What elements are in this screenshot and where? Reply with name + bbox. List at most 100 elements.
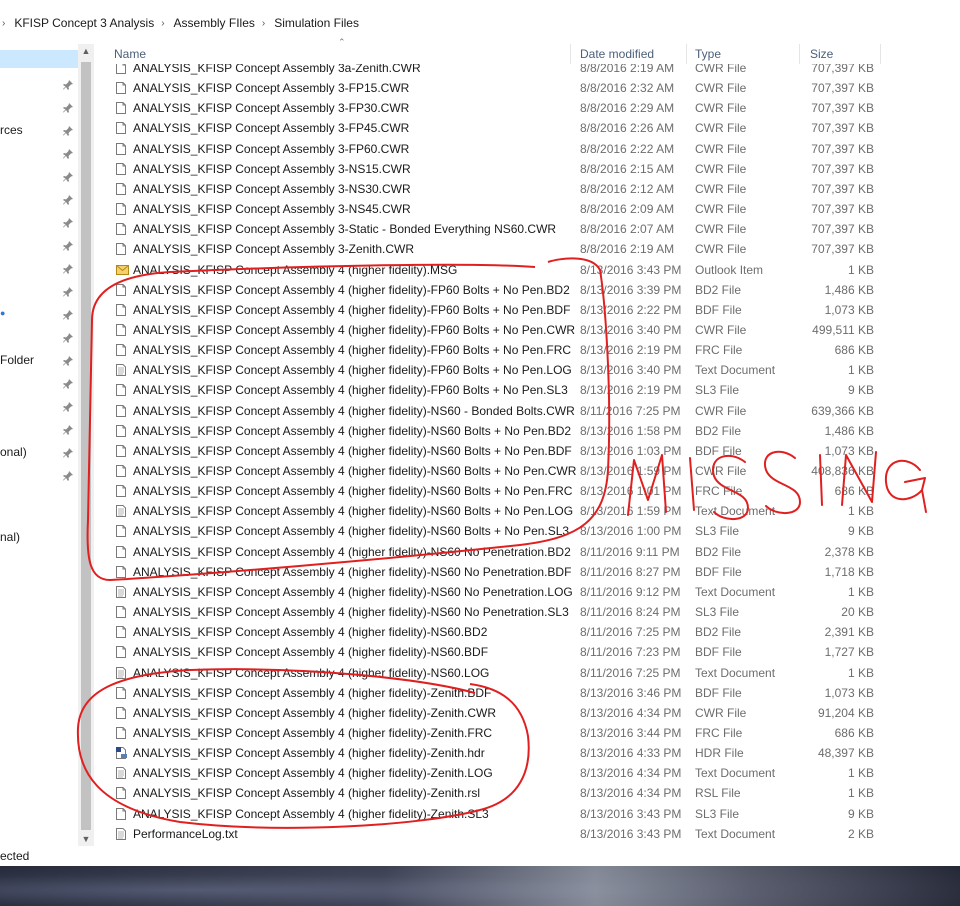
- file-type: SL3 File: [695, 383, 740, 398]
- file-row[interactable]: ANALYSIS_KFISP Concept Assembly 4 (highe…: [94, 622, 960, 642]
- file-row[interactable]: ANALYSIS_KFISP Concept Assembly 4 (highe…: [94, 300, 960, 320]
- pin-icon[interactable]: [62, 126, 74, 138]
- file-row[interactable]: ANALYSIS_KFISP Concept Assembly 4 (highe…: [94, 521, 960, 541]
- file-row[interactable]: ANALYSIS_KFISP Concept Assembly 3-FP45.C…: [94, 118, 960, 138]
- file-row[interactable]: ANALYSIS_KFISP Concept Assembly 4 (highe…: [94, 562, 960, 582]
- breadcrumb-separator-icon[interactable]: ›: [2, 18, 5, 29]
- file-name: ANALYSIS_KFISP Concept Assembly 4 (highe…: [133, 322, 576, 337]
- file-row[interactable]: ANALYSIS_KFISP Concept Assembly 3-NS15.C…: [94, 159, 960, 179]
- file-row[interactable]: ANALYSIS_KFISP Concept Assembly 4 (highe…: [94, 401, 960, 421]
- nav-item-label[interactable]: onal): [0, 445, 27, 459]
- pin-icon[interactable]: [62, 172, 74, 184]
- file-row[interactable]: ANALYSIS_KFISP Concept Assembly 4 (highe…: [94, 743, 960, 763]
- column-divider[interactable]: [570, 44, 571, 64]
- nav-item-label[interactable]: Folder: [0, 353, 34, 367]
- column-divider[interactable]: [686, 44, 687, 64]
- file-size: 686 KB: [834, 343, 874, 358]
- file-row[interactable]: ANALYSIS_KFISP Concept Assembly 4 (highe…: [94, 360, 960, 380]
- file-date-modified: 8/13/2016 4:34 PM: [580, 766, 682, 781]
- pin-icon[interactable]: [62, 264, 74, 276]
- breadcrumb-item[interactable]: KFISP Concept 3 Analysis: [14, 16, 154, 30]
- file-type: CWR File: [695, 464, 747, 478]
- file-row[interactable]: ANALYSIS_KFISP Concept Assembly 3a-Zenit…: [94, 64, 960, 78]
- column-header-date[interactable]: Date modified: [580, 47, 654, 61]
- pin-icon[interactable]: [62, 471, 74, 483]
- file-icon: [116, 283, 126, 296]
- column-header-name[interactable]: Name: [114, 47, 146, 61]
- pin-icon[interactable]: [62, 448, 74, 460]
- file-row[interactable]: ANALYSIS_KFISP Concept Assembly 4 (highe…: [94, 663, 960, 683]
- file-type: Text Document: [695, 665, 776, 680]
- pin-icon[interactable]: [62, 402, 74, 414]
- pin-icon[interactable]: [62, 218, 74, 230]
- vertical-scrollbar[interactable]: ▲ ▼: [78, 44, 94, 846]
- nav-item-label[interactable]: nal): [0, 530, 20, 544]
- column-divider[interactable]: [799, 44, 800, 64]
- file-row[interactable]: ANALYSIS_KFISP Concept Assembly 3-FP60.C…: [94, 139, 960, 159]
- file-row[interactable]: ANALYSIS_KFISP Concept Assembly 4 (highe…: [94, 501, 960, 521]
- file-row[interactable]: ANALYSIS_KFISP Concept Assembly 4 (highe…: [94, 260, 960, 280]
- column-header-type[interactable]: Type: [695, 47, 721, 61]
- file-row[interactable]: ANALYSIS_KFISP Concept Assembly 3-NS30.C…: [94, 179, 960, 199]
- file-row[interactable]: ANALYSIS_KFISP Concept Assembly 3-Static…: [94, 219, 960, 239]
- file-row[interactable]: ANALYSIS_KFISP Concept Assembly 4 (highe…: [94, 340, 960, 360]
- breadcrumb-item[interactable]: Assembly FIles: [174, 16, 255, 30]
- file-size: 707,397 KB: [811, 64, 874, 75]
- pin-icon[interactable]: [62, 80, 74, 92]
- navigation-pane[interactable]: rces Folder onal) nal) ●: [0, 44, 78, 846]
- file-list[interactable]: ANALYSIS_KFISP Concept Assembly 3a-Zenit…: [94, 64, 960, 846]
- file-name: ANALYSIS_KFISP Concept Assembly 3-FP45.C…: [133, 121, 410, 136]
- file-size: 1,073 KB: [824, 443, 874, 458]
- address-bar[interactable]: › KFISP Concept 3 Analysis › Assembly FIles…: [0, 0, 960, 45]
- pin-icon[interactable]: [62, 379, 74, 391]
- file-row[interactable]: ANALYSIS_KFISP Concept Assembly 4 (highe…: [94, 320, 960, 340]
- file-row[interactable]: ANALYSIS_KFISP Concept Assembly 3-FP30.C…: [94, 98, 960, 118]
- file-row[interactable]: ANALYSIS_KFISP Concept Assembly 3-FP15.C…: [94, 78, 960, 98]
- file-row[interactable]: ANALYSIS_KFISP Concept Assembly 4 (highe…: [94, 723, 960, 743]
- column-divider[interactable]: [880, 44, 881, 64]
- file-row[interactable]: ANALYSIS_KFISP Concept Assembly 3-NS45.C…: [94, 199, 960, 219]
- breadcrumb-item[interactable]: Simulation Files: [274, 16, 359, 30]
- scroll-down-icon[interactable]: ▼: [78, 832, 94, 846]
- file-icon: [116, 807, 126, 820]
- nav-selected-item[interactable]: [0, 50, 78, 68]
- file-size: 707,397 KB: [811, 161, 874, 176]
- file-row[interactable]: ANALYSIS_KFISP Concept Assembly 4 (highe…: [94, 441, 960, 461]
- file-row[interactable]: ANALYSIS_KFISP Concept Assembly 4 (highe…: [94, 421, 960, 441]
- nav-item-label[interactable]: rces: [0, 123, 23, 137]
- pin-icon[interactable]: [62, 195, 74, 207]
- scroll-up-icon[interactable]: ▲: [78, 44, 94, 58]
- pin-icon[interactable]: [62, 287, 74, 299]
- file-date-modified: 8/11/2016 7:25 PM: [580, 625, 681, 640]
- pin-icon[interactable]: [62, 103, 74, 115]
- pin-icon[interactable]: [62, 241, 74, 253]
- file-row[interactable]: ANALYSIS_KFISP Concept Assembly 4 (highe…: [94, 783, 960, 803]
- scroll-thumb[interactable]: [81, 62, 91, 830]
- file-row[interactable]: ANALYSIS_KFISP Concept Assembly 4 (highe…: [94, 280, 960, 300]
- pin-icon[interactable]: [62, 333, 74, 345]
- file-row[interactable]: ANALYSIS_KFISP Concept Assembly 4 (highe…: [94, 642, 960, 662]
- file-row[interactable]: ANALYSIS_KFISP Concept Assembly 4 (highe…: [94, 703, 960, 723]
- file-row[interactable]: ANALYSIS_KFISP Concept Assembly 4 (highe…: [94, 380, 960, 400]
- pin-icon[interactable]: [62, 310, 74, 322]
- file-date-modified: 8/13/2016 1:58 PM: [580, 423, 682, 438]
- file-row[interactable]: PerformanceLog.txt 8/13/2016 3:43 PM Text …: [94, 824, 960, 844]
- file-row[interactable]: ANALYSIS_KFISP Concept Assembly 4 (highe…: [94, 683, 960, 703]
- column-header-size[interactable]: Size: [810, 47, 833, 61]
- file-row[interactable]: ANALYSIS_KFISP Concept Assembly 4 (highe…: [94, 461, 960, 481]
- breadcrumb-separator-icon[interactable]: ›: [161, 18, 164, 29]
- pin-icon[interactable]: [62, 425, 74, 437]
- pin-icon[interactable]: [62, 356, 74, 368]
- file-row[interactable]: ANALYSIS_KFISP Concept Assembly 4 (highe…: [94, 602, 960, 622]
- file-row[interactable]: ANALYSIS_KFISP Concept Assembly 4 (highe…: [94, 582, 960, 602]
- file-row[interactable]: ANALYSIS_KFISP Concept Assembly 4 (highe…: [94, 804, 960, 824]
- file-row[interactable]: ANALYSIS_KFISP Concept Assembly 3-Zenith…: [94, 239, 960, 259]
- file-row[interactable]: ANALYSIS_KFISP Concept Assembly 4 (highe…: [94, 763, 960, 783]
- file-row[interactable]: ANALYSIS_KFISP Concept Assembly 4 (highe…: [94, 481, 960, 501]
- file-icon: [116, 606, 126, 619]
- breadcrumb-separator-icon[interactable]: ›: [262, 18, 265, 29]
- pin-icon[interactable]: [62, 149, 74, 161]
- file-date-modified: 8/8/2016 2:19 AM: [580, 64, 675, 75]
- file-row[interactable]: ANALYSIS_KFISP Concept Assembly 4 (highe…: [94, 542, 960, 562]
- text-file-icon: [116, 666, 126, 679]
